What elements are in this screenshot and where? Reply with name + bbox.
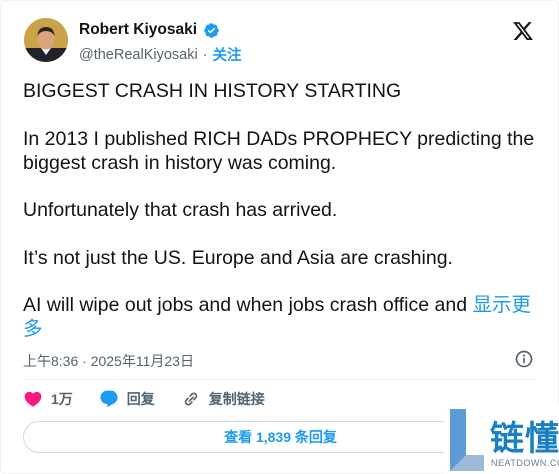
watermark-logo: 链懂 NEATDOWN.COM [444, 405, 559, 474]
like-button[interactable]: 1万 [23, 389, 73, 409]
author-name-row: Robert Kiyosaki [79, 21, 220, 39]
tweet-paragraph-last: AI will wipe out jobs and when jobs cras… [23, 293, 538, 341]
tweet-timestamp[interactable]: 上午8:36 · 2025年11月23日 [23, 351, 194, 371]
watermark-text: 链懂 [490, 419, 559, 459]
avatar-image [24, 18, 68, 62]
tweet-paragraph: It’s not just the US. Europe and Asia ar… [23, 246, 453, 269]
tweet-paragraph: BIGGEST CRASH IN HISTORY STARTING [23, 80, 402, 102]
tweet-card: Robert Kiyosaki @theRealKiyosaki · 关注 BI… [0, 0, 559, 474]
author-handle[interactable]: @theRealKiyosaki [79, 47, 198, 63]
tweet-paragraph: In 2013 I published RICH DADs PROPHECY p… [23, 127, 535, 174]
reply-label: 回复 [126, 391, 155, 407]
tweet-text: BIGGEST CRASH IN HISTORY STARTING In 201… [23, 79, 538, 341]
reply-button[interactable]: 回复 [99, 389, 155, 409]
tweet-paragraph: Unfortunately that crash has arrived. [23, 199, 338, 221]
action-bar: 1万 回复 复制链接 [23, 389, 291, 409]
watermark-l-icon [450, 409, 484, 471]
info-icon[interactable] [514, 349, 534, 369]
copy-link-label: 复制链接 [208, 391, 265, 407]
reply-bubble-icon [100, 390, 118, 408]
tweet-paragraph-text: AI will wipe out jobs and when jobs cras… [23, 294, 473, 316]
copy-link-button[interactable]: 复制链接 [181, 389, 265, 409]
avatar[interactable] [24, 18, 68, 62]
author-handle-row: @theRealKiyosaki · 关注 [79, 44, 242, 65]
divider [23, 379, 536, 380]
x-logo-icon[interactable] [512, 20, 534, 42]
watermark-subtext: NEATDOWN.COM [491, 458, 559, 468]
heart-icon [24, 391, 42, 407]
verified-badge-icon [204, 22, 219, 38]
link-icon [184, 392, 198, 406]
follow-button[interactable]: 关注 [213, 44, 242, 65]
separator-dot: · [202, 46, 208, 63]
like-count: 1万 [51, 391, 73, 407]
author-name[interactable]: Robert Kiyosaki [79, 21, 197, 39]
